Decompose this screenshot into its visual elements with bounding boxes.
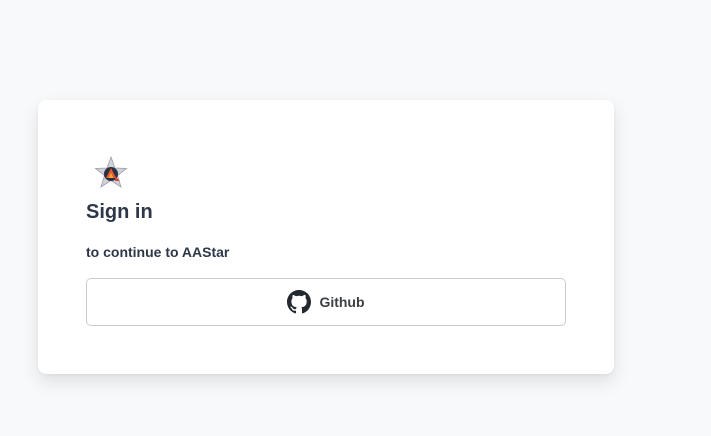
aastar-logo-icon bbox=[94, 155, 128, 190]
github-signin-button[interactable]: Github bbox=[86, 278, 566, 326]
github-icon bbox=[287, 290, 312, 314]
signin-card: Sign in to continue to AAStar Github bbox=[38, 100, 614, 374]
page-title: Sign in bbox=[86, 201, 153, 223]
page-subtitle: to continue to AAStar bbox=[86, 244, 230, 260]
github-button-label: Github bbox=[319, 294, 365, 310]
